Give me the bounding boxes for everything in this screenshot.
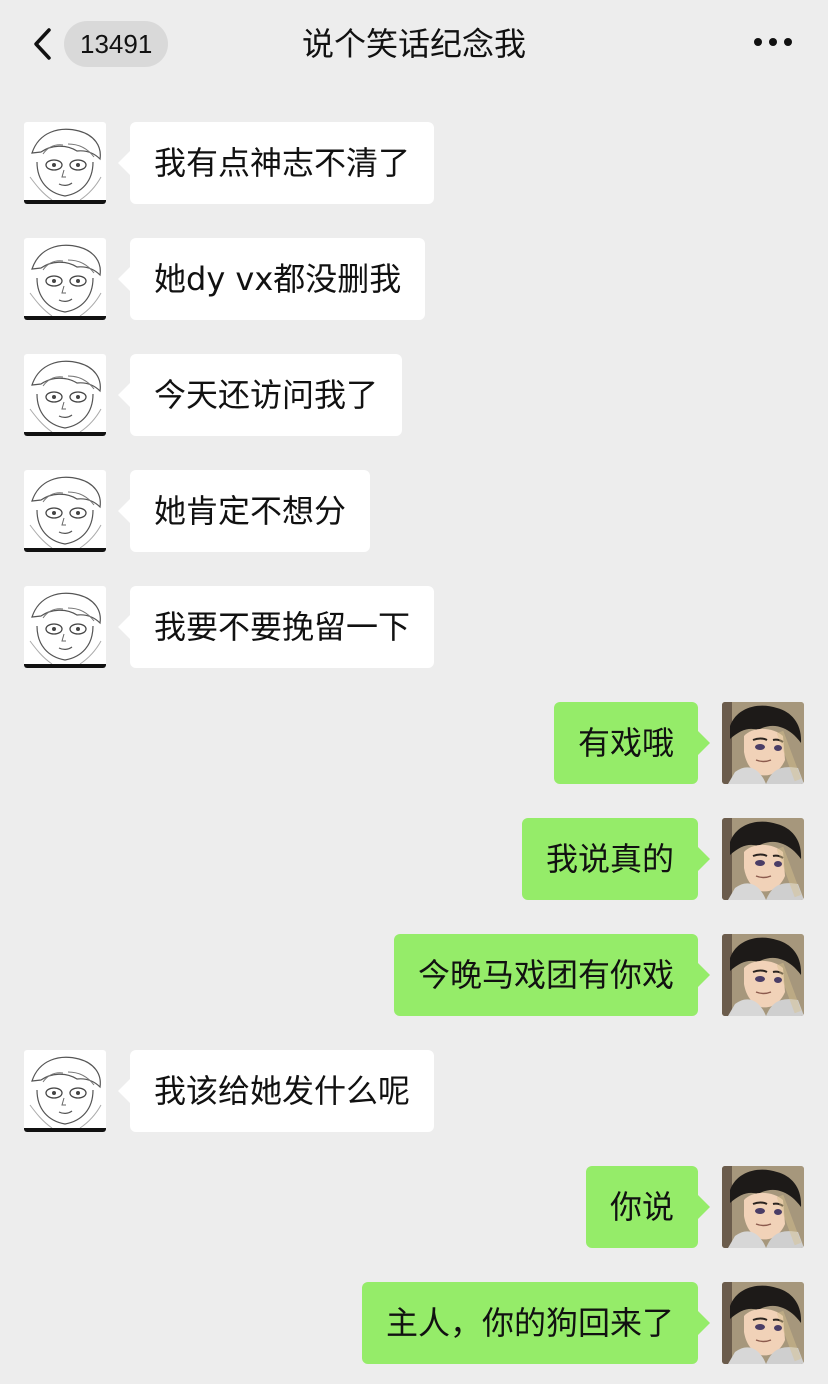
contact-avatar[interactable] <box>24 1050 106 1132</box>
chat-title: 说个笑话纪念我 <box>301 25 526 63</box>
message-bubble[interactable]: 我说真的 <box>521 818 711 900</box>
sketch-avatar-icon <box>24 238 106 320</box>
contact-avatar[interactable] <box>24 586 106 668</box>
outgoing-message: 你说 <box>0 1166 828 1248</box>
outgoing-message: 我说真的 <box>0 818 828 900</box>
chat-header: 13491 说个笑话纪念我 <box>0 0 828 88</box>
chevron-left-icon[interactable] <box>28 26 58 62</box>
message-bubble[interactable]: 我该给她发什么呢 <box>117 1050 435 1132</box>
message-bubble[interactable]: 我有点神志不清了 <box>117 122 435 204</box>
anime-avatar-icon <box>722 1166 804 1248</box>
incoming-message: 她肯定不想分 <box>0 470 828 552</box>
sketch-avatar-icon <box>24 1050 106 1132</box>
message-bubble[interactable]: 我要不要挽留一下 <box>117 586 435 668</box>
incoming-message: 她dy vx都没删我 <box>0 238 828 320</box>
sketch-avatar-icon <box>24 470 106 552</box>
anime-avatar-icon <box>722 1282 804 1364</box>
contact-avatar[interactable] <box>24 354 106 436</box>
self-avatar[interactable] <box>722 1282 804 1364</box>
incoming-message: 今天还访问我了 <box>0 354 828 436</box>
incoming-message: 我有点神志不清了 <box>0 122 828 204</box>
outgoing-message: 今晚马戏团有你戏 <box>0 934 828 1016</box>
incoming-message: 我要不要挽留一下 <box>0 586 828 668</box>
outgoing-message: 有戏哦 <box>0 702 828 784</box>
self-avatar[interactable] <box>722 702 804 784</box>
sketch-avatar-icon <box>24 586 106 668</box>
message-bubble[interactable]: 她肯定不想分 <box>117 470 371 552</box>
contact-avatar[interactable] <box>24 470 106 552</box>
more-horizontal-icon[interactable] <box>754 38 792 50</box>
self-avatar[interactable] <box>722 818 804 900</box>
sketch-avatar-icon <box>24 122 106 204</box>
message-bubble[interactable]: 有戏哦 <box>553 702 711 784</box>
unread-count-badge[interactable]: 13491 <box>64 21 169 67</box>
message-bubble[interactable]: 你说 <box>585 1166 711 1248</box>
anime-avatar-icon <box>722 702 804 784</box>
sketch-avatar-icon <box>24 354 106 436</box>
incoming-message: 我该给她发什么呢 <box>0 1050 828 1132</box>
message-bubble[interactable]: 主人，你的狗回来了 <box>361 1282 711 1364</box>
contact-avatar[interactable] <box>24 122 106 204</box>
self-avatar[interactable] <box>722 1166 804 1248</box>
anime-avatar-icon <box>722 934 804 1016</box>
self-avatar[interactable] <box>722 934 804 1016</box>
outgoing-message: 主人，你的狗回来了 <box>0 1282 828 1364</box>
message-bubble[interactable]: 今天还访问我了 <box>117 354 403 436</box>
anime-avatar-icon <box>722 818 804 900</box>
message-bubble[interactable]: 她dy vx都没删我 <box>117 238 426 320</box>
chat-screen: 13491 说个笑话纪念我 我有点神志不清了 她dy vx都没删我 今天还访问我… <box>0 0 828 1384</box>
contact-avatar[interactable] <box>24 238 106 320</box>
message-bubble[interactable]: 今晚马戏团有你戏 <box>393 934 711 1016</box>
